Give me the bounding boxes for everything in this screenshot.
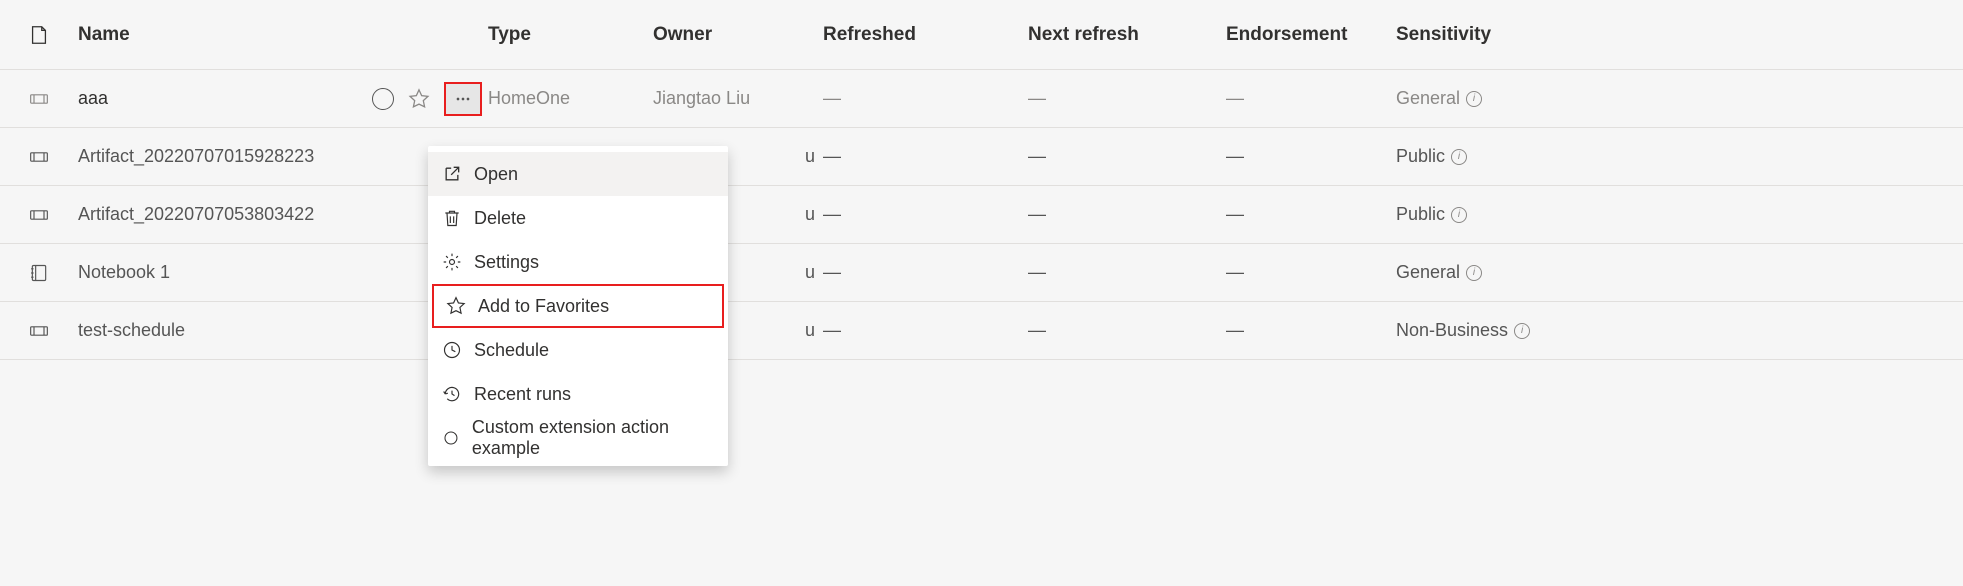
open-icon — [442, 164, 462, 184]
row-next-refresh: — — [1028, 262, 1226, 283]
menu-item-open[interactable]: Open — [428, 152, 728, 196]
table-row[interactable]: Notebook 1 u — — — General i — [0, 244, 1963, 302]
star-icon — [446, 296, 466, 316]
row-sensitivity: General i — [1396, 262, 1596, 283]
header-owner[interactable]: Owner — [653, 24, 823, 46]
more-icon — [453, 89, 473, 109]
row-refreshed: — — [823, 204, 1028, 225]
row-sensitivity: Non-Business i — [1396, 320, 1596, 341]
row-endorsement: — — [1226, 88, 1396, 109]
info-icon[interactable]: i — [1451, 207, 1467, 223]
notebook-icon — [29, 263, 49, 283]
header-next-refresh[interactable]: Next refresh — [1028, 24, 1226, 46]
menu-item-settings[interactable]: Settings — [428, 240, 728, 284]
row-endorsement: — — [1226, 146, 1396, 167]
row-name[interactable]: Artifact_20220707015928223 — [78, 146, 353, 167]
header-icon-cell — [0, 23, 78, 47]
row-endorsement: — — [1226, 320, 1396, 341]
menu-label: Custom extension action example — [472, 417, 714, 459]
row-type-icon — [0, 321, 78, 341]
circle-icon — [442, 428, 460, 448]
more-options-button[interactable] — [444, 82, 482, 116]
row-type-icon — [0, 263, 78, 283]
menu-label: Add to Favorites — [478, 296, 609, 317]
pipeline-icon — [29, 321, 49, 341]
row-next-refresh: — — [1028, 146, 1226, 167]
row-sensitivity: Public i — [1396, 146, 1596, 167]
row-name[interactable]: test-schedule — [78, 320, 353, 341]
sensitivity-label: Public — [1396, 204, 1445, 225]
info-icon[interactable]: i — [1466, 91, 1482, 107]
row-actions — [353, 82, 488, 116]
row-next-refresh: — — [1028, 88, 1226, 109]
row-type-icon — [0, 89, 78, 109]
menu-item-add-favorites[interactable]: Add to Favorites — [432, 284, 724, 328]
row-type-icon — [0, 147, 78, 167]
menu-item-schedule[interactable]: Schedule — [428, 328, 728, 372]
info-icon[interactable]: i — [1466, 265, 1482, 281]
pipeline-icon — [29, 205, 49, 225]
row-sensitivity: General i — [1396, 88, 1596, 109]
row-type-icon — [0, 205, 78, 225]
row-next-refresh: — — [1028, 204, 1226, 225]
header-sensitivity[interactable]: Sensitivity — [1396, 24, 1596, 46]
trash-icon — [442, 208, 462, 228]
row-name[interactable]: aaa — [78, 88, 353, 109]
table-header-row: Name Type Owner Refreshed Next refresh E… — [0, 0, 1963, 70]
sensitivity-label: General — [1396, 88, 1460, 109]
menu-item-delete[interactable]: Delete — [428, 196, 728, 240]
table-row[interactable]: test-schedule u — — — Non-Business i — [0, 302, 1963, 360]
pipeline-icon — [29, 89, 49, 109]
menu-label: Schedule — [474, 340, 549, 361]
star-icon[interactable] — [408, 88, 430, 110]
header-type[interactable]: Type — [488, 24, 653, 46]
row-endorsement: — — [1226, 262, 1396, 283]
row-next-refresh: — — [1028, 320, 1226, 341]
history-icon — [442, 384, 462, 404]
select-radio[interactable] — [372, 88, 394, 110]
table-row[interactable]: Artifact_20220707015928223 u — — — Publi… — [0, 128, 1963, 186]
menu-label: Delete — [474, 208, 526, 229]
sensitivity-label: Public — [1396, 146, 1445, 167]
row-owner: Jiangtao Liu — [653, 88, 823, 109]
menu-label: Settings — [474, 252, 539, 273]
gear-icon — [442, 252, 462, 272]
sensitivity-label: Non-Business — [1396, 320, 1508, 341]
row-refreshed: — — [823, 320, 1028, 341]
sensitivity-label: General — [1396, 262, 1460, 283]
row-sensitivity: Public i — [1396, 204, 1596, 225]
header-endorsement[interactable]: Endorsement — [1226, 24, 1396, 46]
info-icon[interactable]: i — [1451, 149, 1467, 165]
row-endorsement: — — [1226, 204, 1396, 225]
clock-icon — [442, 340, 462, 360]
context-menu: Open Delete Settings Add to Favorites Sc… — [428, 146, 728, 466]
row-name[interactable]: Notebook 1 — [78, 262, 353, 283]
menu-item-recent-runs[interactable]: Recent runs — [428, 372, 728, 416]
table-row[interactable]: aaa HomeOne Jiangtao Liu — — — General i — [0, 70, 1963, 128]
page-icon — [28, 23, 50, 47]
row-refreshed: — — [823, 262, 1028, 283]
header-refreshed[interactable]: Refreshed — [823, 24, 1028, 46]
row-type: HomeOne — [488, 88, 653, 109]
pipeline-icon — [29, 147, 49, 167]
header-name[interactable]: Name — [78, 24, 353, 46]
menu-label: Recent runs — [474, 384, 571, 405]
artifact-table: Name Type Owner Refreshed Next refresh E… — [0, 0, 1963, 360]
row-refreshed: — — [823, 88, 1028, 109]
table-row[interactable]: Artifact_20220707053803422 u — — — Publi… — [0, 186, 1963, 244]
menu-label: Open — [474, 164, 518, 185]
menu-item-custom-extension[interactable]: Custom extension action example — [428, 416, 728, 460]
info-icon[interactable]: i — [1514, 323, 1530, 339]
row-name[interactable]: Artifact_20220707053803422 — [78, 204, 353, 225]
row-refreshed: — — [823, 146, 1028, 167]
